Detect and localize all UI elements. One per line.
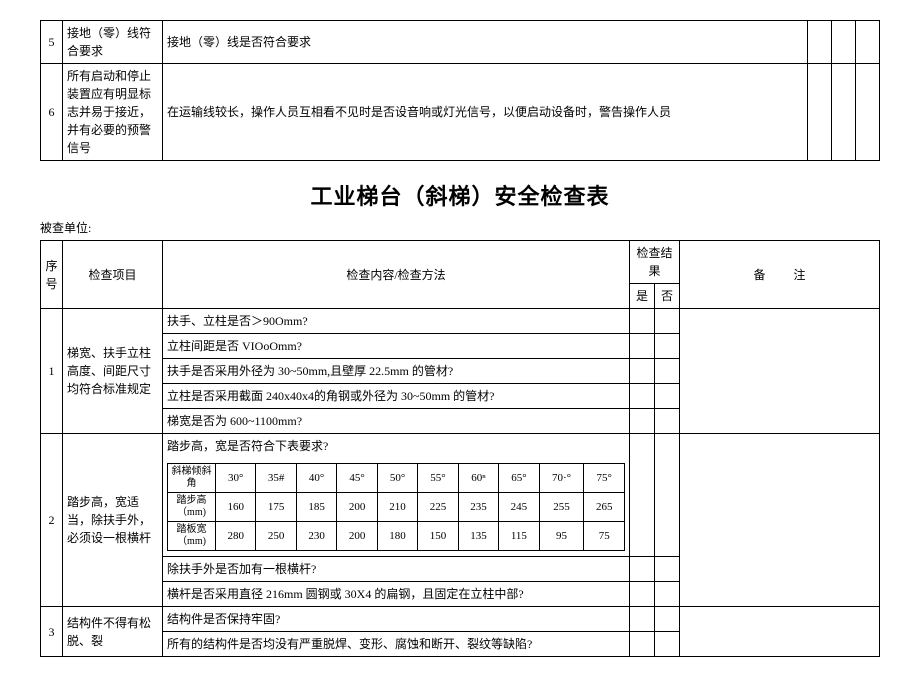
- w: 180: [377, 522, 417, 551]
- method-cell: 扶手、立柱是否＞90Omm?: [163, 309, 630, 334]
- th-result: 检查结果: [630, 241, 680, 284]
- cell-no: [655, 582, 680, 607]
- method-nested: 踏步高，宽是否符合下表要求? 斜梯倾斜角 30° 35# 40° 45° 50°…: [163, 434, 630, 557]
- row-item: 踏步高，宽适当，除扶手外，必须设一根横杆: [63, 434, 163, 607]
- cell-no: [655, 334, 680, 359]
- th-method: 检查内容/检查方法: [163, 241, 630, 309]
- th-yes: 是: [630, 284, 655, 309]
- th-remark: 备注: [680, 241, 880, 309]
- method-cell: 所有的结构件是否均没有严重脱焊、变形、腐蚀和断开、裂纹等缺陷?: [163, 632, 630, 657]
- row-num: 2: [41, 434, 63, 607]
- h: 200: [337, 493, 377, 522]
- nested-question: 踏步高，宽是否符合下表要求?: [163, 434, 629, 458]
- h: 160: [216, 493, 256, 522]
- row-item: 梯宽、扶手立柱高度、间距尺寸均符合标准规定: [63, 309, 163, 434]
- w: 150: [418, 522, 458, 551]
- w-label: 踏板宽（mm): [168, 522, 216, 551]
- cell-remark: [680, 607, 880, 657]
- angle: 55°: [418, 464, 458, 493]
- cell-no: [655, 557, 680, 582]
- h: 210: [377, 493, 417, 522]
- method-cell: 除扶手外是否加有一根横杆?: [163, 557, 630, 582]
- angle-table: 斜梯倾斜角 30° 35# 40° 45° 50° 55° 60ⁿ 65° 70…: [167, 463, 625, 551]
- cell-yes: [630, 632, 655, 657]
- row-item: 结构件不得有松脱、裂: [63, 607, 163, 657]
- prev-table-fragment: 5 接地（零）线符合要求 接地（零）线是否符合要求 6 所有启动和停止装置应有明…: [40, 20, 880, 161]
- angle: 75°: [584, 464, 625, 493]
- th-item: 检查项目: [63, 241, 163, 309]
- cell-yes: [630, 434, 655, 557]
- cell-no: [655, 607, 680, 632]
- cell-yes: [630, 607, 655, 632]
- w: 115: [499, 522, 539, 551]
- h: 185: [296, 493, 336, 522]
- cell-empty: [832, 64, 856, 161]
- method-cell: 扶手是否采用外径为 30~50mm,且壁厚 22.5mm 的管材?: [163, 359, 630, 384]
- cell-yes: [630, 359, 655, 384]
- unit-label: 被查单位:: [40, 219, 880, 236]
- cell-no: [655, 434, 680, 557]
- cell-no: [655, 359, 680, 384]
- angle: 60ⁿ: [458, 464, 498, 493]
- main-table: 序号 检查项目 检查内容/检查方法 检查结果 备注 是 否 1 梯宽、扶手立柱高…: [40, 240, 880, 657]
- cell-yes: [630, 309, 655, 334]
- row-method: 接地（零）线是否符合要求: [163, 21, 808, 64]
- row-method: 在运输线较长，操作人员互相看不见时是否设音响或灯光信号，以便启动设备时，警告操作…: [163, 64, 808, 161]
- h: 175: [256, 493, 296, 522]
- row-num: 5: [41, 21, 63, 64]
- h: 235: [458, 493, 498, 522]
- cell-no: [655, 632, 680, 657]
- cell-empty: [856, 21, 880, 64]
- angle: 50°: [377, 464, 417, 493]
- angle: 40°: [296, 464, 336, 493]
- h: 255: [539, 493, 584, 522]
- h: 265: [584, 493, 625, 522]
- angle: 65°: [499, 464, 539, 493]
- w: 200: [337, 522, 377, 551]
- w: 230: [296, 522, 336, 551]
- cell-remark: [680, 309, 880, 434]
- angle: 30°: [216, 464, 256, 493]
- w: 75: [584, 522, 625, 551]
- cell-yes: [630, 582, 655, 607]
- method-cell: 梯宽是否为 600~1100mm?: [163, 409, 630, 434]
- cell-empty: [808, 21, 832, 64]
- cell-empty: [808, 64, 832, 161]
- angle: 35#: [256, 464, 296, 493]
- angle: 70·°: [539, 464, 584, 493]
- page-title: 工业梯台（斜梯）安全检查表: [40, 179, 880, 211]
- row-item: 所有启动和停止装置应有明显标志并易于接近，并有必要的预警信号: [63, 64, 163, 161]
- row-item: 接地（零）线符合要求: [63, 21, 163, 64]
- row-num: 1: [41, 309, 63, 434]
- method-cell: 结构件是否保持牢固?: [163, 607, 630, 632]
- cell-remark: [680, 434, 880, 607]
- cell-yes: [630, 409, 655, 434]
- row-num: 6: [41, 64, 63, 161]
- w: 135: [458, 522, 498, 551]
- method-cell: 横杆是否采用直径 216mm 圆钢或 30X4 的扁钢，且固定在立柱中部?: [163, 582, 630, 607]
- cell-no: [655, 384, 680, 409]
- th-num: 序号: [41, 241, 63, 309]
- cell-empty: [856, 64, 880, 161]
- cell-no: [655, 309, 680, 334]
- th-no: 否: [655, 284, 680, 309]
- cell-no: [655, 409, 680, 434]
- cell-yes: [630, 384, 655, 409]
- w: 280: [216, 522, 256, 551]
- w: 95: [539, 522, 584, 551]
- method-cell: 立柱间距是否 VIOoOmm?: [163, 334, 630, 359]
- w: 250: [256, 522, 296, 551]
- cell-empty: [832, 21, 856, 64]
- h: 225: [418, 493, 458, 522]
- angle-label: 斜梯倾斜角: [168, 464, 216, 493]
- cell-yes: [630, 334, 655, 359]
- h: 245: [499, 493, 539, 522]
- row-num: 3: [41, 607, 63, 657]
- angle: 45°: [337, 464, 377, 493]
- h-label: 踏步高（mm): [168, 493, 216, 522]
- method-cell: 立柱是否采用截面 240x40x4的角钢或外径为 30~50mm 的管材?: [163, 384, 630, 409]
- cell-yes: [630, 557, 655, 582]
